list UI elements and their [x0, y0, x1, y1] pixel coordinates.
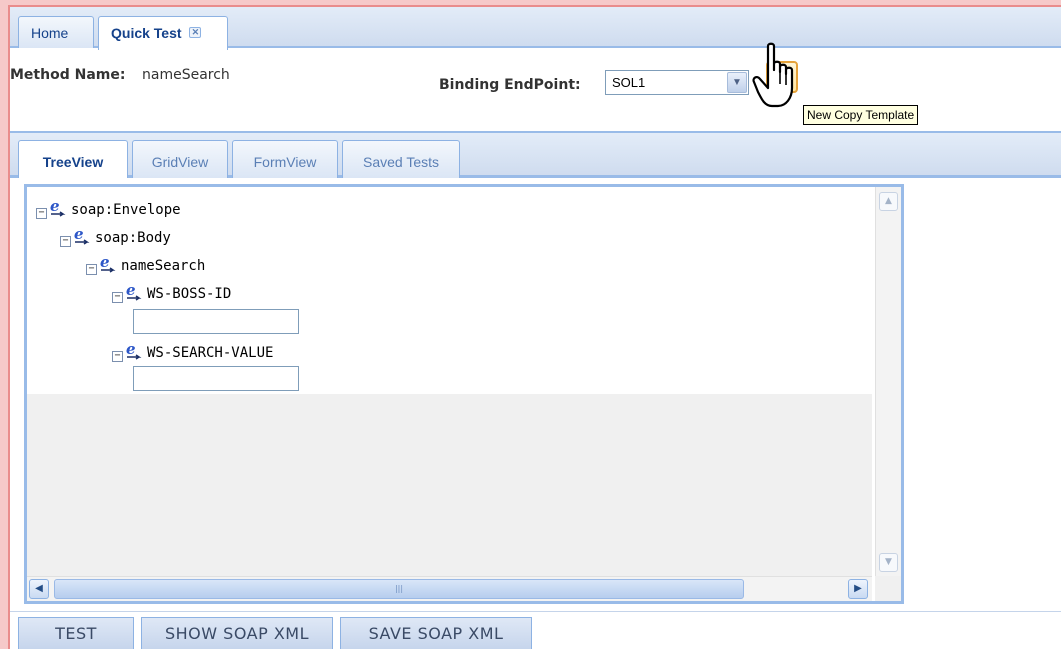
tab-quick-test[interactable]: Quick Test ✕	[98, 16, 228, 50]
element-icon: e	[125, 340, 143, 360]
binding-endpoint-value: SOL1	[612, 75, 646, 90]
collapse-icon[interactable]: −	[112, 351, 123, 362]
scrollbar-thumb[interactable]: |||	[54, 579, 744, 599]
collapse-icon[interactable]: −	[86, 264, 97, 275]
horizontal-scrollbar[interactable]: ◀ ||| ▶	[27, 576, 872, 601]
tree-node-label: WS-SEARCH-VALUE	[147, 345, 274, 361]
frame-edge-top	[8, 5, 1061, 7]
save-soap-xml-button[interactable]: SAVE SOAP XML	[340, 617, 532, 649]
main-tab-strip: Home Quick Test ✕	[10, 7, 1061, 50]
tooltip: New Copy Template	[803, 105, 919, 125]
tree-node-label: nameSearch	[121, 258, 206, 274]
collapse-icon[interactable]: −	[112, 292, 123, 303]
bottom-toolbar: TEST SHOW SOAP XML SAVE SOAP XML	[10, 611, 1061, 649]
tree-node[interactable]: − e soap:Body	[60, 225, 171, 247]
tab-formview-label: FormView	[253, 154, 317, 170]
collapse-icon[interactable]: −	[60, 236, 71, 247]
show-soap-xml-button[interactable]: SHOW SOAP XML	[141, 617, 333, 649]
scroll-left-icon[interactable]: ◀	[29, 579, 49, 599]
vertical-scrollbar[interactable]: ▲ ▼	[875, 187, 901, 576]
tree-node[interactable]: − e nameSearch	[86, 253, 206, 275]
scroll-right-icon[interactable]: ▶	[848, 579, 868, 599]
element-icon: e	[49, 197, 67, 217]
tree-empty-area	[27, 394, 872, 576]
tab-quick-test-label: Quick Test	[111, 25, 182, 41]
binding-endpoint-label: Binding EndPoint:	[439, 77, 581, 93]
tab-gridview[interactable]: GridView	[132, 140, 228, 178]
tab-treeview[interactable]: TreeView	[18, 140, 128, 178]
svg-text:e: e	[50, 199, 60, 215]
svg-text:e: e	[100, 255, 110, 271]
element-icon: e	[99, 253, 117, 273]
element-icon: e	[73, 225, 91, 245]
tree-node-label: soap:Body	[95, 230, 171, 246]
tab-saved-tests[interactable]: Saved Tests	[342, 140, 460, 178]
tree-node[interactable]: − e soap:Envelope	[36, 197, 181, 219]
hand-cursor-icon	[752, 42, 794, 108]
tree-panel: − e soap:Envelope − e soap:Body − e nameSearch…	[24, 184, 904, 604]
tab-gridview-label: GridView	[151, 154, 209, 170]
tree-node-label: soap:Envelope	[71, 202, 181, 218]
scrollbar-corner	[875, 576, 901, 601]
ws-search-value-input[interactable]	[133, 366, 299, 391]
ws-boss-id-input[interactable]	[133, 309, 299, 334]
frame-edge-left	[8, 5, 10, 649]
chevron-down-icon[interactable]: ▼	[727, 72, 747, 93]
test-button[interactable]: TEST	[18, 617, 134, 649]
svg-text:e: e	[74, 227, 84, 243]
tree-node-label: WS-BOSS-ID	[147, 286, 232, 302]
tab-home-label: Home	[31, 25, 69, 41]
scroll-down-icon[interactable]: ▼	[879, 553, 898, 572]
binding-endpoint-select[interactable]: SOL1 ▼	[605, 70, 749, 95]
method-name-value: nameSearch	[142, 67, 230, 83]
tree-node[interactable]: − e WS-SEARCH-VALUE	[112, 340, 274, 362]
collapse-icon[interactable]: −	[36, 208, 47, 219]
close-tab-icon[interactable]: ✕	[189, 27, 202, 38]
view-tab-strip: TreeView GridView FormView Saved Tests	[10, 133, 1061, 178]
tab-treeview-label: TreeView	[42, 154, 104, 170]
tab-home[interactable]: Home	[18, 16, 94, 48]
tab-formview[interactable]: FormView	[232, 140, 338, 178]
tab-saved-tests-label: Saved Tests	[362, 154, 439, 170]
method-name-label: Method Name:	[10, 67, 126, 83]
method-row: Method Name: nameSearch Binding EndPoint…	[10, 50, 1061, 97]
scroll-up-icon[interactable]: ▲	[879, 192, 898, 211]
tree-view: − e soap:Envelope − e soap:Body − e nameSearch…	[27, 187, 872, 394]
tree-node[interactable]: − e WS-BOSS-ID	[112, 281, 232, 303]
app: Home Quick Test ✕ Method Name: nameSearc…	[10, 7, 1061, 649]
element-icon: e	[125, 281, 143, 301]
svg-text:e: e	[126, 342, 136, 358]
svg-text:e: e	[126, 283, 136, 299]
